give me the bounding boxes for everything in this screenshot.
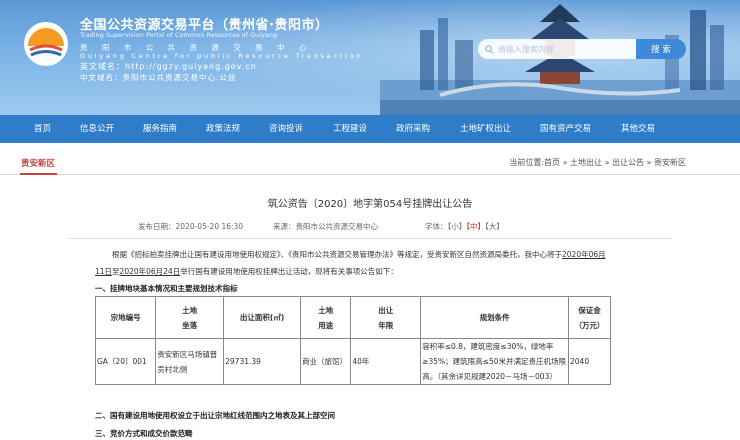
search-box xyxy=(478,39,636,59)
nav-item-home[interactable]: 首页 xyxy=(34,115,51,143)
publish-date: 发布日期：2020-05-20 16:30 xyxy=(138,222,244,231)
header-banner: 全国公共资源交易平台（贵州省·贵阳市） Trading Supervision … xyxy=(0,0,740,115)
portal-title-english: Trading Supervision Portal of Common Res… xyxy=(80,31,278,39)
nav-item-other-trading[interactable]: 其他交易 xyxy=(621,115,655,143)
section-heading-1: 一、挂牌地块基本情况和主要规划技术指标 xyxy=(95,284,238,293)
nav-item-policies[interactable]: 政策法规 xyxy=(206,115,240,143)
nav-item-construction[interactable]: 工程建设 xyxy=(333,115,367,143)
font-medium-button[interactable]: 【中】 xyxy=(466,222,485,231)
table-header: 出让 年限 xyxy=(350,296,422,339)
english-domain: 英文域名：http://ggzy.guiyang.gov.cn xyxy=(80,62,257,71)
table-header: 保证金 （万元） xyxy=(568,296,611,339)
table-header: 土地 用途 xyxy=(300,296,352,339)
section-heading-2: 二、国有建设用地使用权设立于出让宗地红线范围内之地表及其上部空间 xyxy=(95,411,335,420)
search-input[interactable] xyxy=(497,44,636,54)
article-intro-paragraph: 根据《招标拍卖挂牌出让国有建设用地使用权规定》、《贵阳市公共资源交易管理办法》等… xyxy=(95,250,606,276)
chinese-domain: 中文域名：贵阳市公共资源交易中心.公益 xyxy=(80,73,237,82)
main-nav: 首页 信息公开 服务指南 政策法规 咨询投诉 工程建设 政府采购 土地矿权出让 … xyxy=(0,115,740,143)
nav-item-procurement[interactable]: 政府采购 xyxy=(396,115,430,143)
search-icon xyxy=(485,44,494,53)
font-size-controls: 字体：【小】【中】【大】 xyxy=(425,221,504,232)
land-parcel-table: 宗地编号 土地 坐落 出让面积(㎡) 土地 用途 出让 年限 规划条件 保证金 … xyxy=(94,296,611,385)
font-size-label: 字体： xyxy=(425,222,448,231)
table-header: 出让面积(㎡) xyxy=(223,296,302,339)
search-button[interactable]: 搜 索 xyxy=(636,39,686,59)
center-name-english: Guiyang Centre for public Resource Trans… xyxy=(80,52,364,60)
nav-item-state-assets[interactable]: 国有资产交易 xyxy=(540,115,591,143)
table-row: GA〔20〕001 贵安新区马场镇普贡村北侧 29731.39 商业（旅馆） 4… xyxy=(94,338,611,385)
meta-divider xyxy=(68,238,672,239)
nav-item-service-guide[interactable]: 服务指南 xyxy=(143,115,177,143)
nav-item-info-disclosure[interactable]: 信息公开 xyxy=(80,115,114,143)
parcel-id-cell: GA〔20〕001 xyxy=(94,338,157,385)
font-large-button[interactable]: 【大】 xyxy=(485,222,504,231)
portal-logo-icon xyxy=(24,22,68,66)
parcel-term-cell: 40年 xyxy=(350,338,422,385)
nav-item-land-mining[interactable]: 土地矿权出让 xyxy=(460,115,511,143)
table-header-row: 宗地编号 土地 坐落 出让面积(㎡) 土地 用途 出让 年限 规划条件 保证金 … xyxy=(94,296,611,339)
parcel-use-cell: 商业（旅馆） xyxy=(300,338,352,385)
table-header: 规划条件 xyxy=(420,296,570,339)
section-title: 贵安新区 xyxy=(21,159,56,169)
article-source: 来源：贵阳市公共资源交易中心 xyxy=(273,222,378,231)
nav-item-complaints[interactable]: 咨询投诉 xyxy=(269,115,303,143)
section-title-underline xyxy=(20,173,57,175)
table-header: 土地 坐落 xyxy=(155,296,225,339)
section-heading-3: 三、竞价方式和成交价款范畴 xyxy=(95,429,193,438)
font-small-button[interactable]: 【小】 xyxy=(448,222,467,231)
end-date: 2020年06月24日 xyxy=(119,267,181,276)
article-title: 筑公资告〔2020〕地字第054号挂牌出让公告 xyxy=(267,199,473,210)
table-header: 宗地编号 xyxy=(94,296,157,339)
planning-conditions-cell: 容积率≤0.8，建筑密度≤30%，绿地率≥35%；建筑限高≤50米并满足贵庄机场… xyxy=(420,338,570,385)
parcel-location-cell: 贵安新区马场镇普贡村北侧 xyxy=(155,338,225,385)
deposit-cell: 2040 xyxy=(568,338,611,385)
breadcrumb[interactable]: 当前位置:首页 » 土地出让 » 出让公告 » 贵安新区 xyxy=(509,157,686,168)
parcel-area-cell: 29731.39 xyxy=(223,338,302,385)
